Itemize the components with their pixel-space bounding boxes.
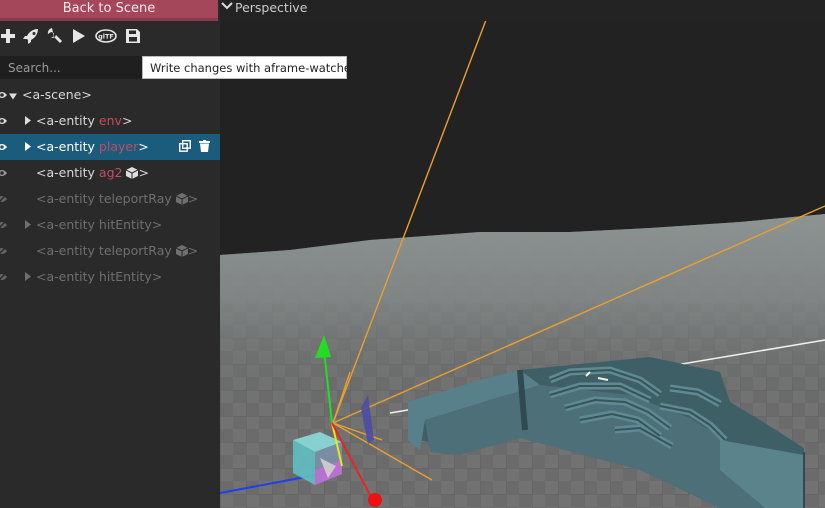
- eye-slash-icon[interactable]: [0, 273, 7, 281]
- chevron-down-icon[interactable]: [220, 0, 234, 12]
- viewport-header: Perspective: [220, 0, 825, 21]
- tree-row-tag-close: >: [121, 113, 133, 128]
- caret-right-icon[interactable]: [24, 142, 32, 151]
- tree-row-ag2[interactable]: <a-entity ag2 >: [0, 160, 220, 186]
- eye-icon[interactable]: [0, 91, 7, 99]
- back-to-scene-button[interactable]: Back to Scene: [0, 0, 218, 21]
- svg-text:glTF: glTF: [98, 33, 114, 41]
- caret-right-icon[interactable]: [24, 272, 32, 281]
- x-axis-handle[interactable]: [368, 493, 382, 507]
- entity-tree: <a-scene> <a-entity env> <a-entity playe…: [0, 82, 220, 290]
- tree-row-scene[interactable]: <a-scene>: [0, 82, 220, 108]
- entity-id: ag2: [98, 165, 123, 180]
- tree-row-hit-entity[interactable]: <a-entity hitEntity>: [0, 264, 220, 290]
- component-name: hitEntity: [98, 269, 152, 284]
- tree-row-tag: <a-entity: [36, 191, 95, 206]
- caret-right-icon[interactable]: [24, 220, 32, 229]
- tree-row-tag: <a-entity: [36, 113, 95, 128]
- tree-row-tag: <a-entity: [36, 139, 95, 154]
- tooltip: Write changes with aframe-watcher.: [142, 56, 358, 79]
- eye-slash-icon[interactable]: [0, 247, 7, 255]
- tree-row-tag: <a-entity: [36, 243, 95, 258]
- caret-right-icon[interactable]: [24, 116, 32, 125]
- trash-icon[interactable]: [199, 135, 210, 161]
- clone-icon[interactable]: [179, 135, 191, 161]
- camera-dropdown[interactable]: Perspective: [235, 0, 307, 15]
- floppy-disk-icon[interactable]: [124, 26, 142, 46]
- tree-row-tag: <a-entity: [36, 217, 95, 232]
- wrench-icon[interactable]: [46, 26, 64, 46]
- tree-row-teleport-ray[interactable]: <a-entity teleportRay >: [0, 186, 220, 212]
- tree-row-tag: <a-scene>: [22, 87, 92, 102]
- play-icon[interactable]: [70, 26, 88, 46]
- tree-row-tag-close: >: [151, 269, 163, 284]
- eye-icon[interactable]: [0, 143, 7, 151]
- gltf-icon[interactable]: glTF: [95, 26, 117, 46]
- eye-icon[interactable]: [0, 169, 7, 177]
- tree-row-env[interactable]: <a-entity env>: [0, 108, 220, 134]
- tree-row-player[interactable]: <a-entity player>: [0, 134, 220, 160]
- tree-row-tag-close: >: [151, 217, 163, 232]
- tree-row-tag-close: >: [187, 191, 199, 206]
- entity-id: player: [98, 139, 139, 154]
- cube-icon: [175, 245, 188, 257]
- component-name: teleportRay: [98, 191, 172, 206]
- eye-slash-icon[interactable]: [0, 195, 7, 203]
- tree-row-tag: <a-entity: [36, 165, 95, 180]
- tree-row-teleport-ray[interactable]: <a-entity teleportRay >: [0, 238, 220, 264]
- toolbar: glTF: [0, 24, 220, 50]
- rocket-icon[interactable]: [22, 26, 40, 46]
- plus-icon[interactable]: [0, 26, 17, 46]
- tree-row-tag: <a-entity: [36, 269, 95, 284]
- component-name: hitEntity: [98, 217, 152, 232]
- tree-row-tag-close: >: [138, 165, 149, 180]
- entity-id: env: [98, 113, 122, 128]
- cube-icon: [126, 167, 139, 179]
- cube-icon: [175, 193, 188, 205]
- component-name: teleportRay: [98, 243, 172, 258]
- eye-icon[interactable]: [0, 117, 7, 125]
- tree-row-tag-close: >: [187, 243, 199, 258]
- eye-slash-icon[interactable]: [0, 221, 7, 229]
- tree-row-hit-entity[interactable]: <a-entity hitEntity>: [0, 212, 220, 238]
- tree-row-tag-close: >: [138, 139, 149, 154]
- caret-down-icon[interactable]: [9, 92, 17, 101]
